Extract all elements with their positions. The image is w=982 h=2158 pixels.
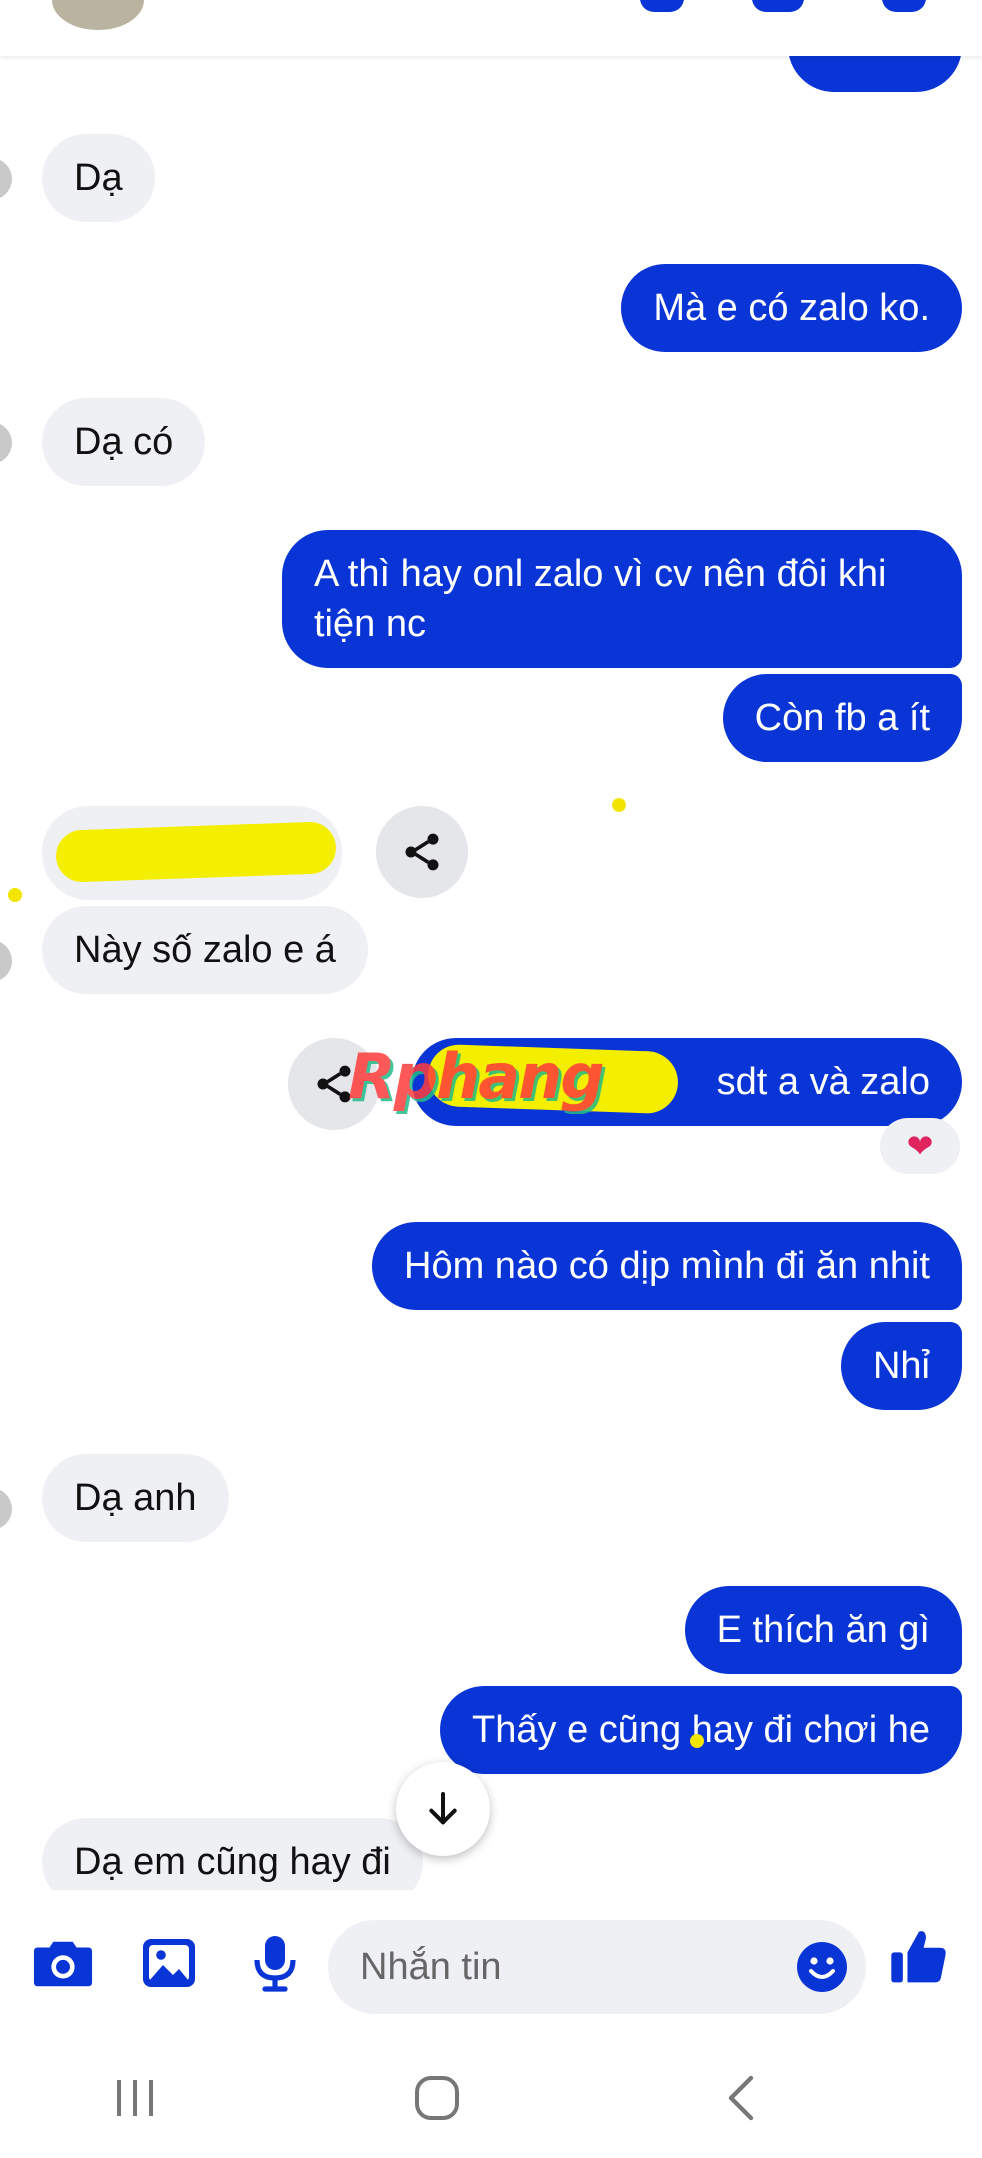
message-bubble-outgoing[interactable]: Còn fb a ít: [722, 674, 962, 762]
thumbs-up-icon: [891, 1931, 946, 1983]
contact-avatar: [0, 940, 12, 982]
message-text: Nhỉ: [872, 1345, 930, 1387]
message-text: Dạ có: [74, 421, 174, 463]
message-text: Hôm nào có dịp mình đi ăn nhit: [404, 1245, 930, 1287]
contact-avatar: [0, 1488, 12, 1530]
home-icon: [415, 2076, 459, 2120]
message-text: Dạ em cũng hay đi: [74, 1841, 391, 1883]
message-bubble-outgoing[interactable]: Thấy e cũng hay đi chơi he: [440, 1686, 962, 1774]
scroll-to-bottom-button[interactable]: [396, 1762, 490, 1856]
message-bubble-outgoing[interactable]: E thích ăn gì: [684, 1586, 962, 1674]
gallery-icon: [143, 1939, 195, 1987]
message-input[interactable]: [360, 1920, 790, 2014]
camera-button[interactable]: [28, 1928, 98, 1998]
yellow-dot: [8, 888, 22, 902]
arrow-down-icon: [429, 1792, 457, 1825]
message-text: Này số zalo e á: [74, 929, 336, 971]
contact-avatar: [0, 422, 12, 464]
camera-icon: [33, 1941, 93, 1987]
redacted-message-bubble[interactable]: [42, 806, 342, 900]
heart-icon: ❤: [906, 1128, 934, 1164]
microphone-icon: [254, 1936, 296, 1992]
message-bubble-incoming[interactable]: Dạ: [42, 134, 155, 222]
message-text: sdt a và zalo: [716, 1061, 930, 1103]
contact-avatar-header[interactable]: [52, 0, 144, 30]
chat-header: [0, 0, 982, 56]
message-list[interactable]: Dạ Mà e có zalo ko. Dạ có A thì hay onl …: [0, 0, 982, 1890]
message-bubble-incoming[interactable]: Dạ em cũng hay đi: [42, 1818, 423, 1890]
watermark-logo: Rphang: [348, 1040, 605, 1113]
message-bubble-outgoing[interactable]: Mà e có zalo ko.: [621, 264, 962, 352]
reaction-badge[interactable]: ❤: [880, 1118, 960, 1174]
home-button[interactable]: [402, 2068, 472, 2128]
contact-avatar: [0, 158, 12, 200]
video-call-icon[interactable]: [752, 0, 804, 12]
message-bubble-outgoing[interactable]: A thì hay onl zalo vì cv nên đôi khi tiệ…: [282, 530, 962, 668]
yellow-redaction-mark: [55, 821, 337, 883]
message-text: Dạ: [74, 157, 123, 199]
back-icon: [728, 2075, 754, 2121]
message-text: Mà e có zalo ko.: [653, 287, 930, 329]
message-input-container[interactable]: [328, 1920, 866, 2014]
microphone-button[interactable]: [240, 1928, 310, 1998]
system-navigation-bar: [0, 2040, 982, 2158]
message-text: A thì hay onl zalo vì cv nên đôi khi tiệ…: [314, 553, 887, 645]
message-bubble-outgoing[interactable]: Nhỉ: [840, 1322, 962, 1410]
yellow-dot: [612, 798, 626, 812]
info-icon[interactable]: [882, 0, 926, 12]
message-text: Dạ anh: [74, 1477, 197, 1519]
share-icon: [405, 833, 439, 871]
message-bubble-incoming[interactable]: Dạ có: [42, 398, 206, 486]
like-button[interactable]: [884, 1922, 954, 1992]
message-bubble-outgoing[interactable]: Hôm nào có dịp mình đi ăn nhit: [372, 1222, 962, 1310]
call-icon[interactable]: [640, 0, 684, 12]
gallery-button[interactable]: [134, 1928, 204, 1998]
message-composer: [0, 1890, 982, 2040]
back-button[interactable]: [706, 2068, 776, 2128]
message-text: Còn fb a ít: [754, 697, 930, 739]
recent-apps-button[interactable]: [100, 2068, 170, 2128]
message-text: E thích ăn gì: [716, 1609, 930, 1651]
share-button[interactable]: [376, 806, 468, 898]
yellow-dot: [690, 1734, 704, 1748]
emoji-icon[interactable]: [796, 1941, 848, 1993]
message-bubble-incoming[interactable]: Này số zalo e á: [42, 906, 368, 994]
message-bubble-incoming[interactable]: Dạ anh: [42, 1454, 229, 1542]
recent-apps-icon: [117, 2080, 153, 2116]
